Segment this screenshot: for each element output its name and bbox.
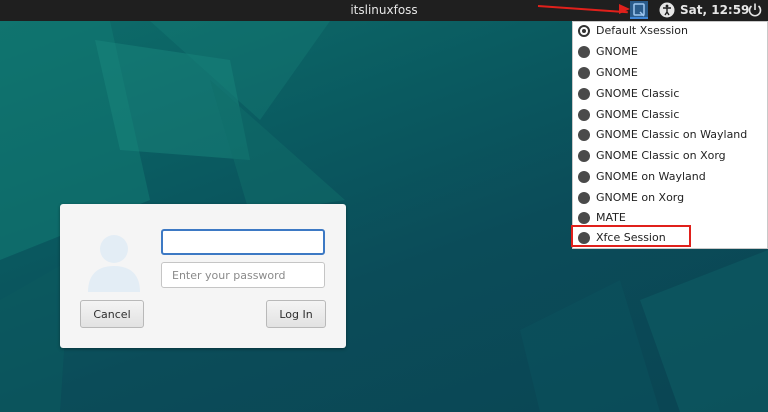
cancel-button[interactable]: Cancel [80, 300, 144, 328]
login-button[interactable]: Log In [266, 300, 326, 328]
radio-icon [578, 150, 590, 162]
session-item-gnome-classic-wayland[interactable]: GNOME Classic on Wayland [573, 126, 768, 146]
avatar-icon [88, 235, 140, 292]
username-field[interactable] [161, 229, 325, 255]
session-item-gnome-wayland[interactable]: GNOME on Wayland [573, 168, 768, 188]
session-item-default-xsession[interactable]: Default Xsession [573, 22, 768, 42]
session-item-label: GNOME Classic [596, 87, 680, 100]
session-item-label: GNOME on Xorg [596, 191, 685, 204]
session-item-label: GNOME [596, 45, 638, 58]
radio-icon [578, 46, 590, 58]
session-menu-button[interactable] [630, 1, 648, 19]
radio-icon [578, 88, 590, 100]
session-item-label: GNOME on Wayland [596, 170, 706, 183]
radio-icon [578, 212, 590, 224]
radio-icon [578, 67, 590, 79]
clock: Sat, 12:59 [680, 3, 750, 17]
session-item-gnome-classic[interactable]: GNOME Classic [573, 85, 768, 105]
accessibility-icon [659, 2, 675, 18]
annotation-arrow-head [619, 4, 630, 14]
session-item-gnome-classic[interactable]: GNOME Classic [573, 106, 768, 126]
session-item-label: GNOME Classic on Wayland [596, 128, 748, 141]
session-menu: Default Xsession GNOME GNOME GNOME Class… [572, 21, 768, 249]
session-item-gnome-xorg[interactable]: GNOME on Xorg [573, 189, 768, 209]
radio-icon [578, 109, 590, 121]
session-item-gnome[interactable]: GNOME [573, 43, 768, 63]
power-icon [748, 3, 762, 17]
hostname: itslinuxfoss [350, 3, 418, 17]
session-icon [633, 3, 645, 17]
annotation-highlight-box [571, 225, 691, 247]
top-bar: itslinuxfoss Sat, 12:59 [0, 0, 768, 21]
session-item-gnome-classic-xorg[interactable]: GNOME Classic on Xorg [573, 147, 768, 167]
session-item-label: Default Xsession [596, 24, 688, 37]
radio-icon [578, 171, 590, 183]
radio-checked-icon [578, 25, 590, 37]
session-item-label: GNOME Classic [596, 108, 680, 121]
session-item-label: GNOME [596, 66, 638, 79]
login-dialog: Cancel Log In [60, 204, 346, 348]
power-button[interactable] [746, 1, 764, 19]
radio-icon [578, 192, 590, 204]
password-field[interactable] [161, 262, 325, 288]
accessibility-button[interactable] [658, 1, 676, 19]
radio-icon [578, 129, 590, 141]
session-item-label: MATE [596, 211, 626, 224]
session-item-gnome[interactable]: GNOME [573, 64, 768, 84]
session-item-label: GNOME Classic on Xorg [596, 149, 726, 162]
